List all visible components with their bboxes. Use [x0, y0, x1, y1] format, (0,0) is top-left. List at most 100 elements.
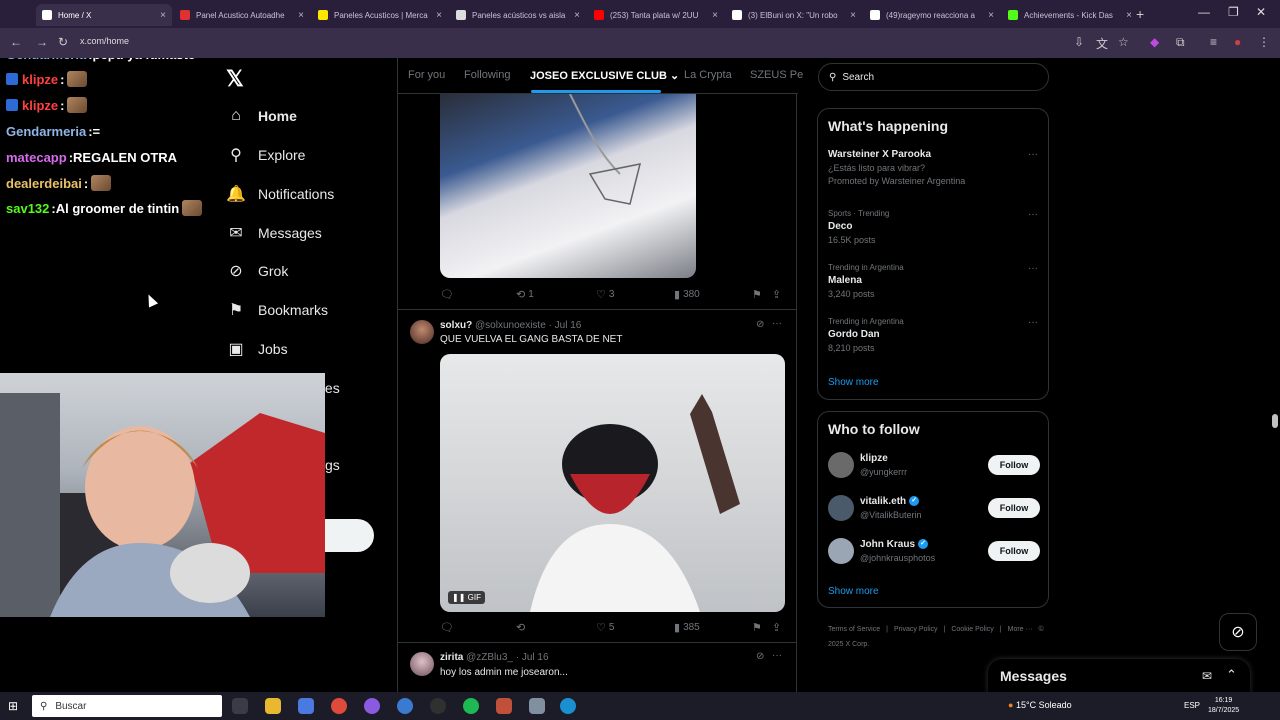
like-button[interactable]: ♡ 5	[596, 621, 614, 634]
follow-button[interactable]: Follow	[988, 455, 1040, 475]
more-icon[interactable]: ···	[772, 650, 782, 661]
like-button[interactable]: ♡ 3	[596, 288, 614, 301]
gif-pause-button[interactable]: ❚❚ GIF	[448, 591, 485, 604]
task-view-icon[interactable]	[232, 698, 248, 714]
reply-button[interactable]: 🗨	[440, 288, 457, 301]
weather-widget[interactable]: ● 15°C Soleado	[1008, 700, 1072, 710]
avatar[interactable]	[410, 652, 434, 676]
tweet-media-image[interactable]	[440, 94, 696, 278]
sidebar-item-partial[interactable]: gs	[325, 451, 340, 479]
close-tab-icon[interactable]: ×	[436, 10, 442, 21]
more-icon[interactable]: ···	[772, 318, 782, 329]
trend-item[interactable]: Trending in Argentina Gordo Dan 8,210 post…	[828, 317, 1040, 353]
browser-tab[interactable]: (253) Tanta plata w/ 2UU ×	[588, 4, 724, 26]
browser-tab[interactable]: (3) ElBuni on X: "Un robo ×	[726, 4, 862, 26]
chrome-icon[interactable]	[331, 698, 347, 714]
browser-tab[interactable]: (49)rageymo reacciona a ×	[864, 4, 1000, 26]
file-explorer-icon[interactable]	[265, 698, 281, 714]
store-icon[interactable]	[298, 698, 314, 714]
footer-link[interactable]: Cookie Policy	[951, 626, 993, 633]
sidebar-item-bookmarks[interactable]: ⚑ Bookmarks	[226, 296, 328, 324]
sidebar-item-jobs[interactable]: ▣ Jobs	[226, 335, 287, 363]
expand-icon[interactable]: ⌃	[1226, 667, 1237, 683]
obs-icon[interactable]	[430, 698, 446, 714]
footer-link[interactable]: Privacy Policy	[894, 626, 938, 633]
app-icon[interactable]	[397, 698, 413, 714]
grok-floating-button[interactable]: ⊘	[1219, 613, 1257, 651]
taskbar-search-input[interactable]: ⚲ Buscar	[32, 695, 222, 717]
avatar[interactable]	[410, 320, 434, 344]
spotify-icon[interactable]	[463, 698, 479, 714]
extensions-puzzle-icon[interactable]: ⧉	[1176, 35, 1185, 50]
reload-icon[interactable]: ↻	[58, 35, 68, 49]
install-icon[interactable]: ⇩	[1074, 35, 1084, 49]
extension-icon[interactable]: ◆	[1150, 35, 1159, 49]
app-icon[interactable]	[364, 698, 380, 714]
sidebar-item-messages[interactable]: ✉ Messages	[226, 219, 322, 247]
follow-suggestion[interactable]: vitalik.eth ✓ @VitalikButerin Follow	[828, 493, 1040, 523]
follow-suggestion[interactable]: John Kraus ✓ @johnkrausphotos Follow	[828, 536, 1040, 566]
show-more-follow-link[interactable]: Show more	[828, 586, 879, 597]
browser-tab[interactable]: Paneles acústicos vs aisla ×	[450, 4, 586, 26]
browser-tab[interactable]: Panel Acustico Autoadhe ×	[174, 4, 310, 26]
app-icon[interactable]	[496, 698, 512, 714]
more-icon[interactable]: ···	[1028, 149, 1038, 160]
show-more-trends-link[interactable]: Show more	[828, 377, 879, 388]
url-input[interactable]: x.com/home	[80, 36, 129, 46]
minimize-icon[interactable]: —	[1198, 5, 1210, 19]
sidebar-item-explore[interactable]: ⚲ Explore	[226, 141, 305, 169]
system-clock[interactable]: 16:19 18/7/2025	[1208, 696, 1239, 716]
app-icon[interactable]	[529, 698, 545, 714]
follow-button[interactable]: Follow	[988, 541, 1040, 561]
close-tab-icon[interactable]: ×	[850, 10, 856, 21]
tweet-author-handle[interactable]: @solxunoexiste	[475, 320, 546, 331]
share-button[interactable]: ⇪	[772, 288, 784, 301]
more-icon[interactable]: ···	[1028, 317, 1038, 328]
repost-button[interactable]: ⟲	[516, 621, 528, 634]
close-tab-icon[interactable]: ×	[712, 10, 718, 21]
tab-following[interactable]: Following	[464, 69, 510, 81]
star-icon[interactable]: ☆	[1118, 35, 1129, 49]
close-tab-icon[interactable]: ×	[574, 10, 580, 21]
share-button[interactable]: ⇪	[772, 621, 784, 634]
follow-suggestion[interactable]: klipze @yungkerrr Follow	[828, 450, 1040, 480]
windows-start-icon[interactable]: ⊞	[8, 699, 18, 713]
tab-joseo-exclusive-club[interactable]: JOSEO EXCLUSIVE CLUB ⌄	[530, 69, 679, 82]
browser-tab[interactable]: Paneles Acusticos | Merca ×	[312, 4, 448, 26]
trend-item[interactable]: Sports · Trending Deco 16.5K posts ···	[828, 209, 1040, 245]
tweet-author-name[interactable]: zirita	[440, 652, 463, 663]
views-button[interactable]: ▮ 380	[674, 288, 700, 301]
reply-button[interactable]: 🗨	[440, 621, 457, 634]
new-message-icon[interactable]: ✉	[1202, 669, 1212, 683]
sidebar-item-home[interactable]: ⌂ Home	[226, 102, 297, 130]
sidebar-item-grok[interactable]: ⊘ Grok	[226, 257, 288, 285]
bookmark-button[interactable]: ⚑	[752, 288, 765, 301]
avatar[interactable]	[828, 495, 854, 521]
bookmark-button[interactable]: ⚑	[752, 621, 765, 634]
tweet-gif[interactable]: ❚❚ GIF	[440, 354, 785, 612]
messages-drawer[interactable]: Messages ✉ ⌃	[988, 659, 1250, 692]
close-tab-icon[interactable]: ×	[988, 10, 994, 21]
suggestion-name[interactable]: John Kraus ✓	[860, 539, 929, 550]
repost-button[interactable]: ⟲ 1	[516, 288, 534, 301]
suggestion-name[interactable]: klipze	[860, 453, 888, 464]
grok-icon[interactable]: ⊘	[756, 651, 764, 662]
tab-la-crypta[interactable]: La Crypta	[684, 69, 732, 81]
avatar[interactable]	[828, 452, 854, 478]
footer-link[interactable]: More ···	[1008, 626, 1033, 633]
language-indicator[interactable]: ESP	[1184, 701, 1200, 710]
tweet-author-handle[interactable]: @zZBlu3_	[466, 652, 513, 663]
trend-item[interactable]: Warsteiner X Parooka ¿Estás listo para vi…	[828, 149, 1040, 186]
post-button[interactable]	[325, 519, 374, 552]
search-input[interactable]: ⚲ Search	[818, 63, 1049, 91]
close-tab-icon[interactable]: ×	[160, 10, 166, 21]
tweet-author-name[interactable]: solxu?	[440, 320, 472, 331]
tweet-date[interactable]: Jul 16	[555, 320, 582, 331]
edge-icon[interactable]	[560, 698, 576, 714]
close-tab-icon[interactable]: ×	[1126, 10, 1132, 21]
trend-item[interactable]: Trending in Argentina Malena 3,240 posts ··…	[828, 263, 1040, 299]
tab-for-you[interactable]: For you	[408, 69, 445, 81]
avatar[interactable]	[828, 538, 854, 564]
suggestion-name[interactable]: vitalik.eth ✓	[860, 496, 920, 507]
grok-icon[interactable]: ⊘	[756, 319, 764, 330]
